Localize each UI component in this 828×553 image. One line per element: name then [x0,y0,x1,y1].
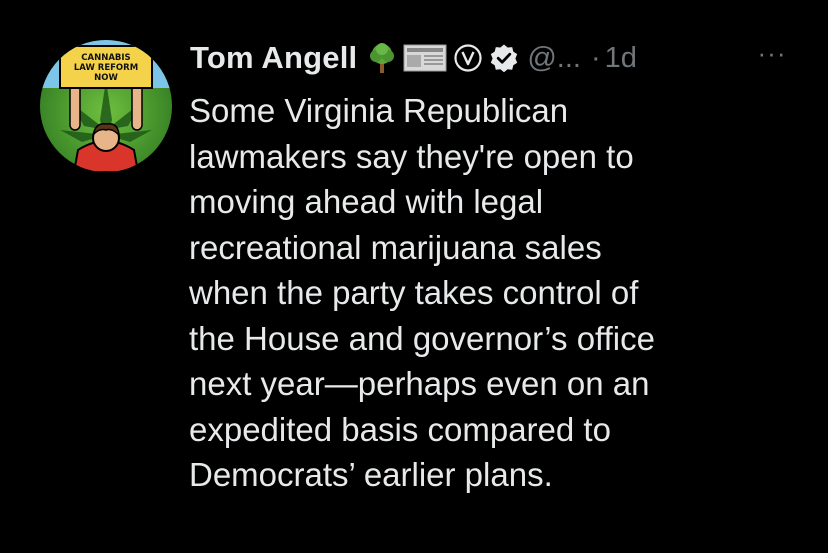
tweet-timestamp[interactable]: 1d [605,42,637,75]
tweet-header: Tom Angell @... · 1d [190,34,810,82]
verified-check-icon [489,43,519,73]
tweet-text-line: Some Virginia Republican [189,92,569,129]
v-circle-icon [453,43,483,73]
separator-dot: · [590,41,601,74]
more-options-button[interactable]: ··· [752,38,792,68]
author-handle[interactable]: @... [527,42,581,75]
tweet-text-line: lawmakers say they're open to [189,137,634,175]
newspaper-icon [403,43,447,73]
avatar-sign: CANNABIS LAW REFORM NOW [60,47,152,88]
tweet-card[interactable]: CANNABIS LAW REFORM NOW Tom Angell @... … [0,0,828,553]
tweet-text-line: recreational marijuana sales [189,228,602,266]
tweet-text-line: the House and governor’s office [189,319,655,357]
avatar-sign-line: NOW [94,72,118,83]
avatar-sign-line: CANNABIS [81,52,131,63]
avatar[interactable]: CANNABIS LAW REFORM NOW [40,40,172,172]
tweet-text-line: expedited basis compared to [189,410,611,448]
author-badges [367,42,519,74]
tweet-text-line: Democrats’ earlier plans. [189,456,553,493]
tweet-text-line: when the party takes control of [189,274,639,311]
author-name[interactable]: Tom Angell [190,40,357,76]
tree-icon [367,42,397,74]
avatar-sign-line: LAW REFORM [73,62,139,73]
tweet-text-line: moving ahead with legal [189,183,544,220]
tweet-text: Some Virginia Republican lawmakers say t… [189,88,819,498]
tweet-text-line: next year—perhaps even on an [189,365,650,402]
more-icon: ··· [757,37,787,68]
